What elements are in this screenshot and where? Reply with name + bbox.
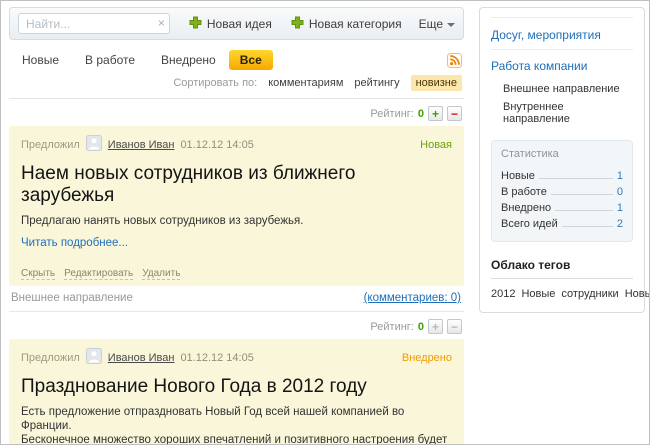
plus-icon bbox=[189, 16, 202, 32]
vote-up-button-disabled: + bbox=[428, 319, 443, 334]
new-category-button[interactable]: Новая категория bbox=[291, 16, 402, 32]
stat-label: В работе bbox=[501, 186, 547, 198]
main-column: × Новая идея Новая категория Еще Новые bbox=[9, 7, 464, 445]
sidebar: Досуг, мероприятия Работа компании Внешн… bbox=[479, 7, 645, 313]
tab-new[interactable]: Новые bbox=[9, 50, 72, 70]
idea-category: Внешнее направление bbox=[11, 292, 133, 304]
idea-card-1: Предложил Иванов Иван 01.12.12 14:05 Нов… bbox=[9, 126, 464, 286]
leader-line bbox=[555, 210, 613, 211]
stat-label: Внедрено bbox=[501, 202, 551, 214]
tag[interactable]: Новый bbox=[625, 288, 650, 300]
divider bbox=[491, 278, 633, 279]
idea1-actions: Скрыть Редактировать Удалить bbox=[21, 268, 452, 280]
sort-by-rating[interactable]: рейтингу bbox=[354, 77, 399, 89]
proposed-label: Предложил bbox=[21, 139, 80, 151]
idea-title[interactable]: Наем новых сотрудников из ближнего заруб… bbox=[21, 163, 452, 207]
tag-cloud: 2012НовыесотрудникиНовыйГод bbox=[491, 288, 633, 300]
sort-by-comments[interactable]: комментариям bbox=[268, 77, 343, 89]
tag[interactable]: Новые bbox=[521, 288, 555, 300]
divider bbox=[491, 49, 633, 50]
stat-row-in-progress: В работе 0 bbox=[501, 184, 623, 200]
vote-down-button[interactable]: − bbox=[447, 106, 462, 121]
stat-label: Новые bbox=[501, 170, 535, 182]
idea-card-2: Предложил Иванов Иван 01.12.12 14:05 Вне… bbox=[9, 339, 464, 445]
statistics-panel: Статистика Новые 1 В работе 0 Внедрено 1… bbox=[491, 140, 633, 242]
idea-body-line1: Есть предложение отпраздновать Новый Год… bbox=[21, 405, 452, 433]
tab-all[interactable]: Все bbox=[229, 50, 273, 70]
plus-icon bbox=[291, 16, 304, 32]
idea2-rating-bar: Рейтинг: 0 + − bbox=[9, 312, 464, 339]
delete-link[interactable]: Удалить bbox=[142, 268, 180, 280]
idea2-header: Предложил Иванов Иван 01.12.12 14:05 Вне… bbox=[21, 348, 452, 367]
idea-body-line2: Бесконечное множество хороших впечатлени… bbox=[21, 433, 452, 445]
new-idea-label: Новая идея bbox=[207, 17, 272, 31]
idea1-header: Предложил Иванов Иван 01.12.12 14:05 Нов… bbox=[21, 135, 452, 154]
hide-link[interactable]: Скрыть bbox=[21, 268, 55, 280]
search-input[interactable] bbox=[18, 13, 170, 34]
edit-link[interactable]: Редактировать bbox=[64, 268, 133, 280]
rss-icon[interactable] bbox=[447, 53, 462, 68]
tag[interactable]: сотрудники bbox=[561, 288, 618, 300]
idea-date: 01.12.12 14:05 bbox=[180, 352, 253, 364]
stat-label: Всего идей bbox=[501, 218, 558, 230]
status-badge: Новая bbox=[420, 139, 452, 151]
tag[interactable]: 2012 bbox=[491, 288, 515, 300]
idea-title[interactable]: Празднование Нового Года в 2012 году bbox=[21, 376, 452, 398]
stat-value: 1 bbox=[617, 202, 623, 214]
more-menu-button[interactable]: Еще bbox=[419, 17, 455, 31]
idea-date: 01.12.12 14:05 bbox=[180, 139, 253, 151]
rating-label: Рейтинг: bbox=[370, 321, 413, 333]
read-more-link[interactable]: Читать подробнее... bbox=[21, 237, 128, 249]
statistics-title: Статистика bbox=[501, 148, 623, 160]
author-link[interactable]: Иванов Иван bbox=[108, 139, 175, 151]
sidebar-subcategory-external[interactable]: Внешнее направление bbox=[491, 80, 633, 98]
stat-row-implemented: Внедрено 1 bbox=[501, 200, 623, 216]
sort-label: Сортировать по: bbox=[173, 77, 257, 89]
sidebar-category-leisure[interactable]: Досуг, мероприятия bbox=[491, 26, 633, 49]
sidebar-subcategory-internal[interactable]: Внутреннее направление bbox=[491, 98, 633, 128]
sort-by-newness[interactable]: новизне bbox=[411, 75, 462, 91]
rating-value: 0 bbox=[418, 108, 424, 120]
stat-value: 0 bbox=[617, 186, 623, 198]
new-idea-button[interactable]: Новая идея bbox=[189, 16, 272, 32]
stat-row-new: Новые 1 bbox=[501, 168, 623, 184]
comments-link[interactable]: (комментариев: 0) bbox=[364, 292, 461, 304]
tab-implemented[interactable]: Внедрено bbox=[148, 50, 229, 70]
author-link[interactable]: Иванов Иван bbox=[108, 352, 175, 364]
status-tabs: Новые В работе Внедрено Все bbox=[9, 49, 464, 71]
idea1-rating-bar: Рейтинг: 0 + − bbox=[9, 99, 464, 126]
chevron-down-icon bbox=[447, 23, 455, 27]
stat-value: 2 bbox=[617, 218, 623, 230]
vote-up-button[interactable]: + bbox=[428, 106, 443, 121]
leader-line bbox=[562, 226, 613, 227]
avatar bbox=[86, 348, 102, 367]
rating-value: 0 bbox=[418, 321, 424, 333]
new-category-label: Новая категория bbox=[309, 17, 402, 31]
idea-body: Предлагаю нанять новых сотрудников из за… bbox=[21, 214, 452, 228]
avatar bbox=[86, 135, 102, 154]
more-label: Еще bbox=[419, 17, 443, 31]
divider bbox=[491, 17, 633, 18]
vote-down-button-disabled: − bbox=[447, 319, 462, 334]
tag-cloud-title: Облако тегов bbox=[491, 258, 633, 272]
status-badge: Внедрено bbox=[402, 352, 452, 364]
stat-value: 1 bbox=[617, 170, 623, 182]
leader-line bbox=[539, 178, 613, 179]
sidebar-category-company[interactable]: Работа компании bbox=[491, 57, 633, 80]
tab-in-progress[interactable]: В работе bbox=[72, 50, 148, 70]
ideas-page: × Новая идея Новая категория Еще Новые bbox=[0, 0, 650, 445]
leader-line bbox=[551, 194, 613, 195]
stat-row-total: Всего идей 2 bbox=[501, 216, 623, 232]
toolbar: × Новая идея Новая категория Еще bbox=[9, 7, 464, 40]
idea1-footer: Внешнее направление (комментариев: 0) bbox=[9, 286, 464, 312]
proposed-label: Предложил bbox=[21, 352, 80, 364]
search-box: × bbox=[18, 13, 170, 34]
sort-bar: Сортировать по: комментариям рейтингу но… bbox=[9, 71, 464, 99]
rating-label: Рейтинг: bbox=[370, 108, 413, 120]
search-clear-icon[interactable]: × bbox=[158, 16, 165, 30]
